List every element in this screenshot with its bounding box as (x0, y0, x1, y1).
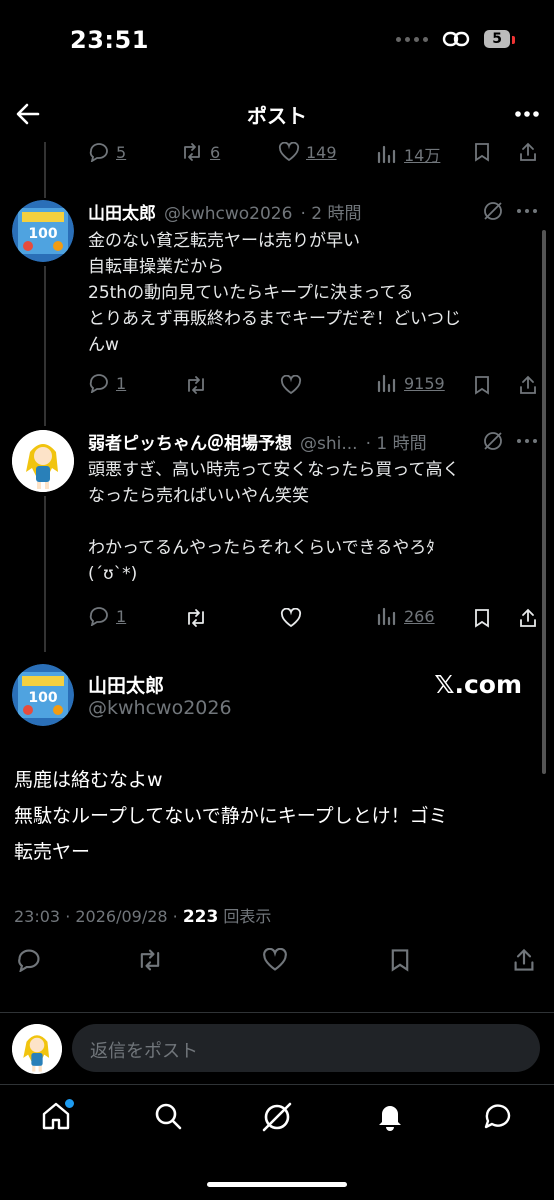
views-label: 回表示 (218, 907, 272, 926)
heart-icon[interactable] (280, 375, 302, 395)
bookmark-icon[interactable] (472, 375, 492, 395)
status-time: 23:51 (70, 26, 149, 54)
notification-dot (64, 1098, 75, 1109)
share-icon[interactable] (512, 948, 536, 972)
post-more-icon[interactable] (516, 207, 538, 215)
bottom-nav (0, 1094, 554, 1144)
main-post-text: 馬鹿は絡むなよw 無駄なループしてないで静かにキープしとけ！ゴミ 転売ヤー (14, 769, 448, 863)
scrollbar[interactable] (542, 230, 546, 774)
retweet-icon[interactable] (184, 608, 208, 628)
post-actions: 1 266 (0, 606, 554, 630)
post-timestamp: 23:03 · 2026/09/28 · (14, 907, 183, 926)
status-icons: 5 (396, 30, 515, 48)
more-icon (515, 111, 539, 117)
post-meta: 23:03 · 2026/09/28 · 223 回表示 (14, 903, 271, 927)
author-handle[interactable]: @shi... (300, 434, 358, 454)
post-more-icon[interactable] (516, 437, 538, 445)
svg-text:100: 100 (28, 690, 57, 706)
heart-icon (278, 142, 300, 162)
x-watermark: 𝕏.com (434, 670, 522, 699)
svg-text:100: 100 (28, 226, 57, 242)
my-avatar[interactable] (12, 1024, 62, 1074)
post-time: · 1 時間 (365, 434, 427, 454)
author-handle[interactable]: @kwhcwo2026 (164, 204, 292, 224)
chat-bubble-icon (484, 1104, 511, 1129)
views-action[interactable]: 9159 (376, 373, 445, 393)
grok-icon[interactable] (482, 430, 504, 452)
avatar-image-icon (12, 430, 74, 492)
prev-post-actions: 5 6 149 14万 (0, 142, 554, 166)
heart-icon[interactable] (262, 948, 288, 972)
bookmark-icon[interactable] (388, 948, 412, 972)
views-count: 266 (404, 606, 435, 626)
signal-icon (396, 36, 429, 42)
reply-icon[interactable] (16, 948, 42, 972)
avatar[interactable]: 100 (12, 200, 74, 262)
avatar[interactable]: 100 (12, 664, 74, 726)
nav-messages[interactable] (482, 1100, 514, 1132)
avatar-image-icon (12, 1024, 62, 1074)
retweet-icon[interactable] (184, 375, 208, 395)
heart-icon[interactable] (280, 608, 302, 628)
bookmark-icon[interactable] (472, 142, 492, 162)
post-text: 頭悪すぎ、高い時売って安くなったら買って高く なったら売ればいいやん笑笑 わかっ… (88, 460, 460, 584)
view-count: 223 (182, 907, 219, 927)
bell-icon (379, 1106, 401, 1131)
bookmark-icon[interactable] (472, 608, 492, 628)
views-count: 14万 (404, 146, 441, 165)
reply-icon (89, 143, 108, 162)
main-post-actions (0, 948, 554, 974)
reply-action[interactable]: 1 (88, 606, 126, 626)
more-options-button[interactable] (514, 104, 540, 124)
nav-grok[interactable] (260, 1100, 294, 1134)
reply-input[interactable]: 返信をポスト (72, 1024, 540, 1072)
views-chart-icon (377, 607, 396, 626)
post-time: · 2 時間 (300, 204, 362, 224)
grok-icon[interactable] (482, 200, 504, 222)
home-indicator (207, 1182, 347, 1187)
page-title: ポスト (247, 104, 307, 128)
grok-icon (262, 1102, 292, 1132)
reply-icon (89, 607, 108, 626)
retweet-icon (184, 143, 200, 161)
link-icon (443, 31, 470, 47)
retweet-icon[interactable] (136, 948, 164, 972)
share-icon[interactable] (518, 608, 538, 628)
reply-action[interactable]: 5 (88, 142, 126, 162)
avatar[interactable] (12, 430, 74, 492)
thread-line (44, 266, 46, 426)
reply-count: 1 (116, 606, 127, 626)
views-chart-icon (377, 374, 396, 393)
battery-indicator: 5 (484, 30, 515, 48)
views-action[interactable]: 14万 (376, 142, 440, 166)
divider (0, 1012, 554, 1013)
nav-search[interactable] (152, 1100, 184, 1132)
share-icon[interactable] (518, 375, 538, 395)
avatar-image-icon: 100 (12, 200, 74, 262)
author-handle[interactable]: @kwhcwo2026 (88, 697, 232, 719)
reply-count: 5 (116, 142, 127, 162)
divider (0, 1084, 554, 1085)
share-icon[interactable] (518, 142, 538, 162)
retweet-count: 6 (210, 142, 221, 162)
search-icon (155, 1103, 182, 1130)
views-action[interactable]: 266 (376, 606, 435, 626)
nav-home[interactable] (40, 1098, 75, 1132)
post-text: 金のない貧乏転売ヤーは売りが早い 自転車操業だから 25thの動向見ていたらキー… (88, 231, 461, 355)
like-action[interactable]: 149 (278, 142, 337, 162)
views-count: 9159 (404, 373, 445, 393)
reply-action[interactable]: 1 (88, 373, 126, 393)
like-count: 149 (306, 142, 337, 162)
author-name[interactable]: 山田太郎 (88, 199, 156, 224)
avatar-image-icon: 100 (12, 664, 74, 726)
views-chart-icon (377, 145, 396, 164)
reply-count: 1 (116, 373, 127, 393)
post-actions: 1 9159 (0, 373, 554, 397)
author-name[interactable]: 弱者ピッちゃん＠相場予想 (88, 429, 292, 454)
reply-icon (89, 374, 108, 393)
reply-placeholder: 返信をポスト (90, 1041, 198, 1062)
retweet-action[interactable]: 6 (180, 142, 220, 162)
author-name[interactable]: 山田太郎 (88, 671, 164, 698)
nav-notifications[interactable] (374, 1100, 406, 1132)
